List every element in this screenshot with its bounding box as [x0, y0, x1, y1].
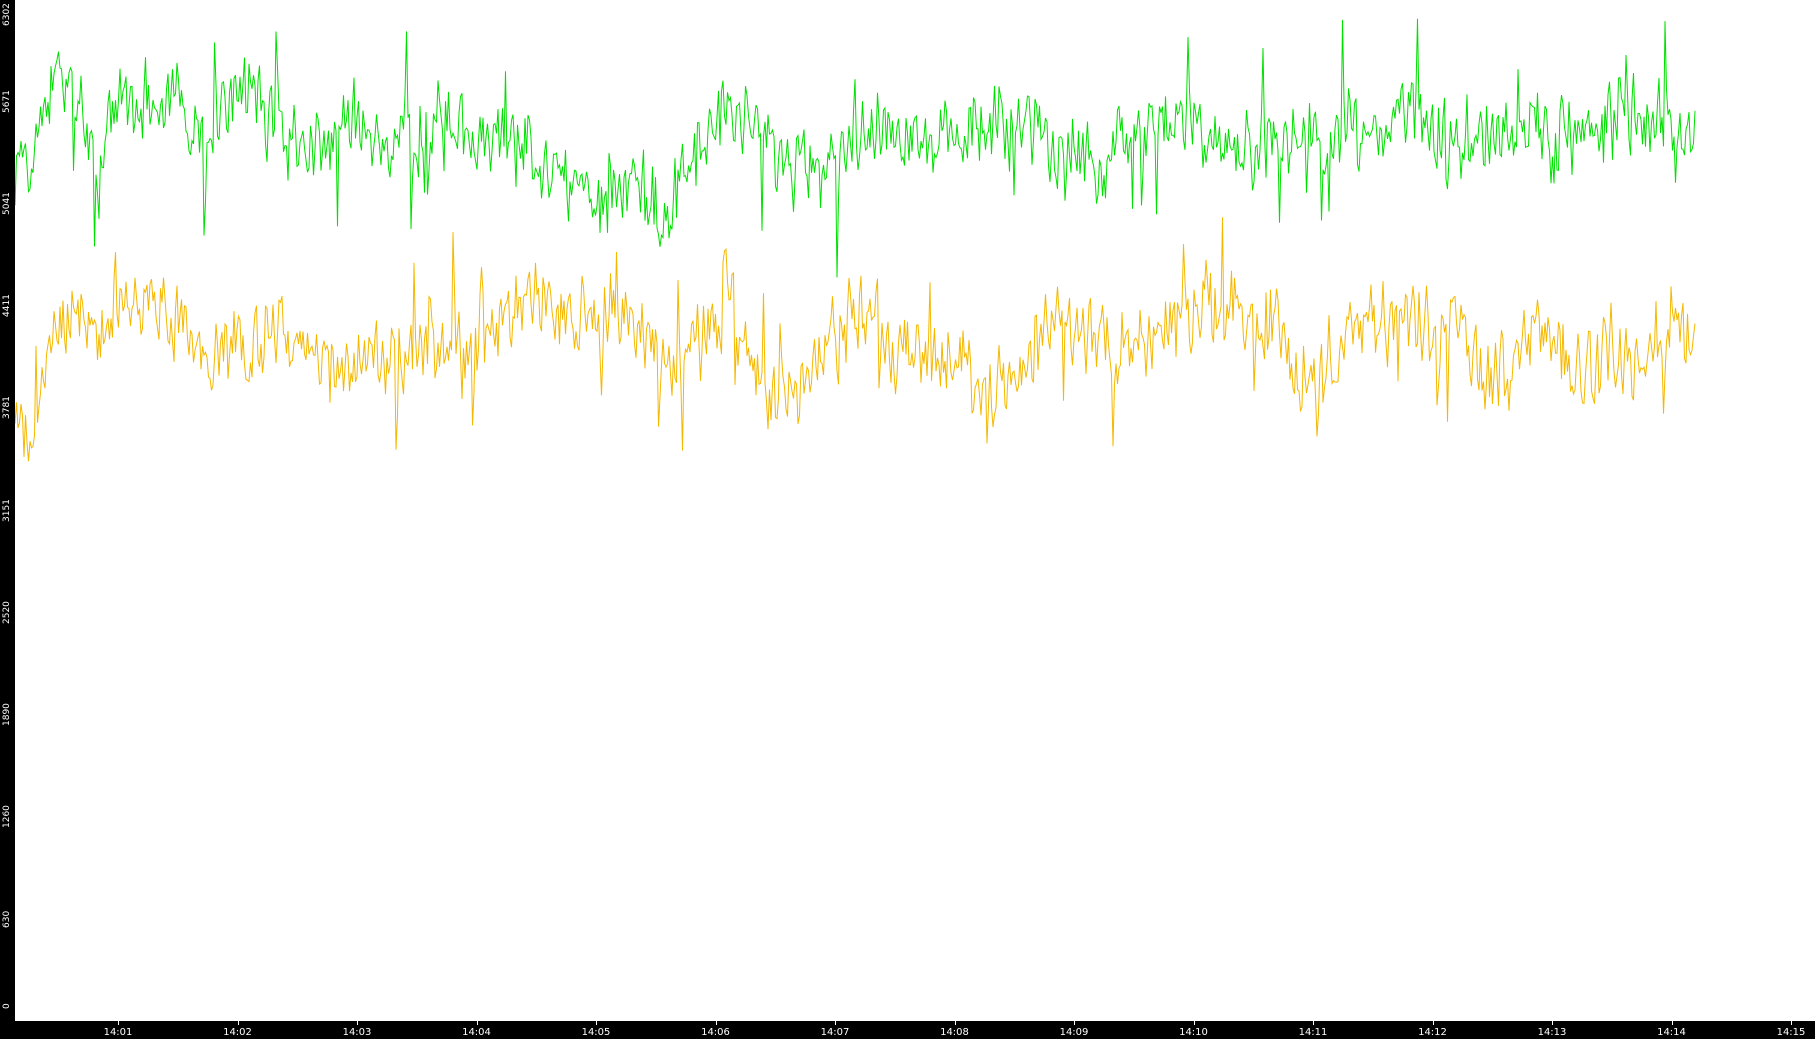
- x-tick-label: 14:09: [1059, 1027, 1089, 1038]
- x-tick-mark: [1193, 1021, 1195, 1025]
- y-tick-label: 6302: [2, 3, 12, 27]
- y-tick-label: 2520: [2, 601, 12, 625]
- x-tick-mark: [1313, 1021, 1314, 1025]
- y-tick-label: 1890: [2, 703, 12, 727]
- x-tick-mark: [1671, 1021, 1673, 1025]
- x-tick-label: 14:14: [1657, 1027, 1686, 1038]
- x-tick-label: 14:15: [1776, 1027, 1806, 1038]
- x-tick-label: 14:02: [223, 1027, 252, 1038]
- series-line-yellow: [15, 217, 1696, 462]
- x-tick-label: 14:10: [1179, 1027, 1208, 1038]
- y-tick-label: 3151: [2, 499, 12, 522]
- y-tick-label: 0: [2, 1003, 12, 1009]
- x-tick-mark: [237, 1021, 239, 1025]
- y-tick-label: 4411: [2, 294, 12, 318]
- x-tick-label: 14:12: [1418, 1027, 1447, 1038]
- x-tick-label: 14:13: [1537, 1027, 1567, 1038]
- series-line-green: [15, 18, 1696, 278]
- x-tick-mark: [715, 1021, 717, 1025]
- x-tick-label: 14:11: [1298, 1027, 1328, 1038]
- y-tick-label: 3781: [2, 396, 12, 420]
- x-tick-label: 14:05: [581, 1027, 611, 1038]
- x-tick-mark: [1074, 1021, 1075, 1025]
- y-tick-label: 630: [2, 910, 12, 928]
- x-tick-mark: [1432, 1021, 1434, 1025]
- chart: 0 630 1260 1890 2520 3151 3781 4411 5041 5671 6302…: [0, 0, 1815, 1039]
- x-tick-label: 14:03: [342, 1027, 372, 1038]
- x-tick-label: 14:01: [103, 1027, 133, 1038]
- x-tick-mark: [118, 1021, 119, 1025]
- x-tick-label: 14:06: [701, 1027, 730, 1038]
- x-tick-label: 14:04: [462, 1027, 491, 1038]
- y-tick-label: 5671: [2, 90, 12, 114]
- x-tick-mark: [476, 1021, 478, 1025]
- x-tick-mark: [835, 1021, 836, 1025]
- x-tick-mark: [1552, 1021, 1553, 1025]
- x-tick-label: 14:07: [820, 1027, 850, 1038]
- x-tick-mark: [954, 1021, 956, 1025]
- plot-area: [15, 18, 1696, 462]
- y-tick-label: 1260: [2, 805, 12, 829]
- x-tick-mark: [357, 1021, 358, 1025]
- x-tick-mark: [596, 1021, 597, 1025]
- x-tick-label: 14:08: [940, 1027, 969, 1038]
- y-tick-label: 5041: [2, 192, 12, 216]
- x-tick-mark: [1791, 1021, 1792, 1025]
